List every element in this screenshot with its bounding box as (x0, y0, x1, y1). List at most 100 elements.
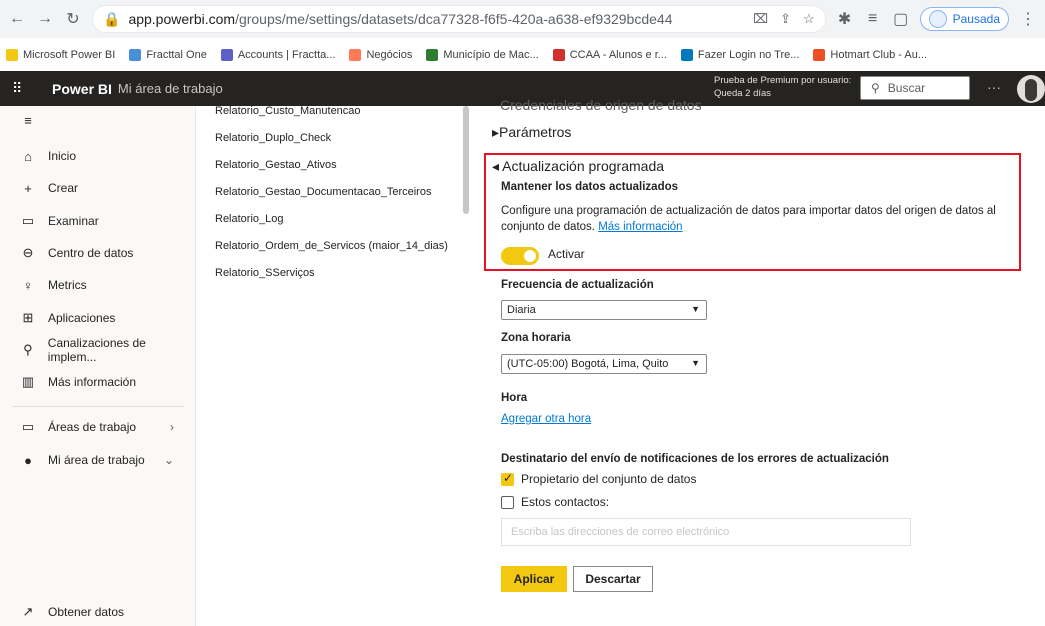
page-body: ≡ ⌂ Inicio + Crear ▭ Examinar ⊖ Centro de datos… (0, 97, 1045, 626)
extensions-icon[interactable]: ✱ (836, 9, 854, 29)
contacts-checkbox-label: Estos contactos: (521, 495, 610, 509)
dataset-list: Relatorio_Custo_Manutencao Relatorio_Dupl… (196, 105, 466, 626)
bookmark-item[interactable]: Microsoft Power BI (6, 48, 116, 61)
bookmark-item[interactable]: Negócios (349, 48, 412, 61)
bookmark-icon (813, 48, 826, 61)
refresh-toggle[interactable] (501, 247, 539, 265)
bookmark-item[interactable]: Accounts | Fractta... (220, 48, 336, 61)
nav-divider (12, 406, 184, 407)
timezone-label: Zona horaria (501, 332, 571, 344)
menu-icon[interactable]: ⋮ (1019, 9, 1037, 29)
sidebar-item-icon: ▥ (21, 374, 35, 389)
app-launcher-icon[interactable]: ⠿ (12, 80, 42, 97)
forward-icon[interactable]: → (36, 10, 54, 28)
sidebar-item[interactable]: ⚲ Canalizaciones de implem... (0, 336, 196, 364)
translate-icon[interactable]: ⌧ (753, 11, 768, 27)
address-row: ← → ↻ 🔒 app.powerbi.com/groups/me/settin… (0, 0, 1045, 38)
sidebar-item-label: Canalizaciones de implem... (47, 336, 146, 364)
sidebar-item[interactable]: ⊖ Centro de datos (0, 239, 196, 267)
dataset-list-item[interactable]: Relatorio_Custo_Manutencao (215, 105, 361, 117)
dataset-list-item[interactable]: Relatorio_SServiços (215, 267, 315, 279)
bookmark-item[interactable]: CCAA - Alunos e r... (552, 48, 667, 61)
search-placeholder: Buscar (887, 81, 926, 95)
current-workspace[interactable]: Mi área de trabajo (118, 81, 223, 96)
profile-button[interactable]: Pausada (919, 7, 1009, 31)
premium-trial-notice[interactable]: Prueba de Premium por usuario: Queda 2 d… (714, 74, 851, 100)
nav-workspaces[interactable]: ▭ Áreas de trabajo › (0, 413, 196, 441)
my-workspace-avatar-icon: ● (24, 452, 32, 468)
sidebar-item-icon: ⊖ (22, 245, 34, 260)
reading-list-icon[interactable]: ≡ (864, 10, 882, 28)
chevron-down-icon: ▼ (691, 304, 700, 314)
add-time-link[interactable]: Agregar otra hora (501, 413, 591, 425)
nav-my-workspace-label: Mi área de trabajo (48, 453, 145, 467)
address-bar[interactable]: 🔒 app.powerbi.com/groups/me/settings/dat… (92, 5, 826, 33)
nav-collapse[interactable]: ≡ (0, 106, 196, 134)
chevron-right-icon: › (170, 420, 174, 434)
user-avatar[interactable] (1017, 75, 1045, 103)
apply-button[interactable]: Aplicar (501, 566, 567, 592)
sidebar-item-icon: ⚲ (23, 342, 33, 357)
bookmark-label: Microsoft Power BI (23, 48, 116, 61)
back-icon[interactable]: ← (8, 10, 26, 28)
timezone-select[interactable]: (UTC-05:00) Bogotá, Lima, Quito ▼ (501, 354, 707, 374)
credentials-heading[interactable]: Credenciales de origen de datos (500, 97, 702, 113)
discard-button[interactable]: Descartar (573, 566, 653, 592)
sidebar-item[interactable]: ♀ Metrics (0, 271, 196, 299)
more-info-link[interactable]: Más información (598, 221, 682, 233)
scheduled-refresh-heading[interactable]: ◂ Actualización programada (492, 158, 664, 175)
sidebar-item-label: Centro de datos (48, 246, 134, 260)
nav-get-data[interactable]: ↗ Obtener datos (0, 598, 196, 626)
premium-line2: Queda 2 días (714, 88, 772, 99)
nav-my-workspace[interactable]: ● Mi área de trabajo ⌄ (0, 446, 196, 474)
url-host: app.powerbi.com (128, 11, 236, 27)
bookmark-item[interactable]: Município de Mac... (426, 48, 539, 61)
owner-checkbox[interactable] (501, 471, 514, 486)
sidebar-item[interactable]: ▭ Examinar (0, 207, 196, 235)
bookmark-item[interactable]: Fazer Login no Tre... (680, 48, 799, 61)
email-input[interactable]: Escriba las direcciones de correo electr… (501, 518, 911, 546)
share-icon[interactable]: ⇪ (780, 11, 791, 27)
dataset-list-item[interactable]: Relatorio_Duplo_Check (215, 132, 331, 144)
bookmark-item[interactable]: Hotmart Club - Au... (813, 48, 927, 61)
premium-line1: Prueba de Premium por usuario: (714, 75, 852, 86)
owner-checkbox-label: Propietario del conjunto de datos (521, 472, 697, 486)
parameters-section[interactable]: ▸Parámetros (492, 124, 571, 141)
search-box[interactable]: ⚲ Buscar (860, 76, 970, 100)
sidebar-item[interactable]: + Crear (0, 174, 196, 202)
sidepanel-icon[interactable]: ▢ (892, 9, 910, 29)
bookmark-label: Município de Mac... (443, 48, 539, 61)
timezone-value: (UTC-05:00) Bogotá, Lima, Quito (507, 358, 669, 370)
dataset-list-item[interactable]: Relatorio_Gestao_Documentacao_Terceiros (215, 186, 431, 198)
chevron-down-icon: ⌄ (163, 453, 174, 467)
brand-name[interactable]: Power BI (52, 81, 112, 97)
sidebar-item-icon: ⌂ (24, 148, 32, 164)
toggle-label: Activar (548, 247, 585, 261)
dataset-list-item[interactable]: Relatorio_Ordem_de_Servicos (maior_14_di… (215, 240, 448, 252)
sidebar-item[interactable]: ▥ Más información (0, 368, 196, 396)
bookmark-icon (129, 48, 142, 61)
bookmark-icon (6, 48, 18, 61)
bookmark-icon (680, 48, 693, 61)
frequency-value: Diaria (507, 304, 536, 316)
bookmark-label: Accounts | Fractta... (237, 48, 336, 61)
list-scrollbar[interactable] (463, 106, 469, 214)
sidebar-item[interactable]: ⌂ Inicio (0, 142, 196, 170)
reload-icon[interactable]: ↻ (64, 9, 82, 29)
star-icon[interactable]: ☆ (803, 11, 815, 27)
sidebar-item-icon: ⊞ (22, 310, 34, 325)
sidebar-item-icon: ♀ (23, 277, 33, 293)
frequency-select[interactable]: Diaria ▼ (501, 300, 707, 320)
sidebar-item[interactable]: ⊞ Aplicaciones (0, 304, 196, 332)
arrow-up-right-icon: ↗ (22, 604, 34, 619)
nav-get-data-label: Obtener datos (48, 605, 125, 619)
bookmark-item[interactable]: Fracttal One (129, 48, 207, 61)
dataset-list-item[interactable]: Relatorio_Log (215, 213, 284, 225)
sidebar-item-label: Aplicaciones (48, 311, 116, 325)
dataset-list-item[interactable]: Relatorio_Gestao_Ativos (215, 159, 337, 171)
workspaces-icon: ▭ (21, 419, 35, 434)
contacts-checkbox[interactable] (501, 496, 514, 509)
hamburger-icon: ≡ (24, 112, 32, 128)
more-options-icon[interactable]: ··· (987, 79, 1001, 95)
url-actions: ⌧ ⇪ ☆ (753, 11, 815, 27)
